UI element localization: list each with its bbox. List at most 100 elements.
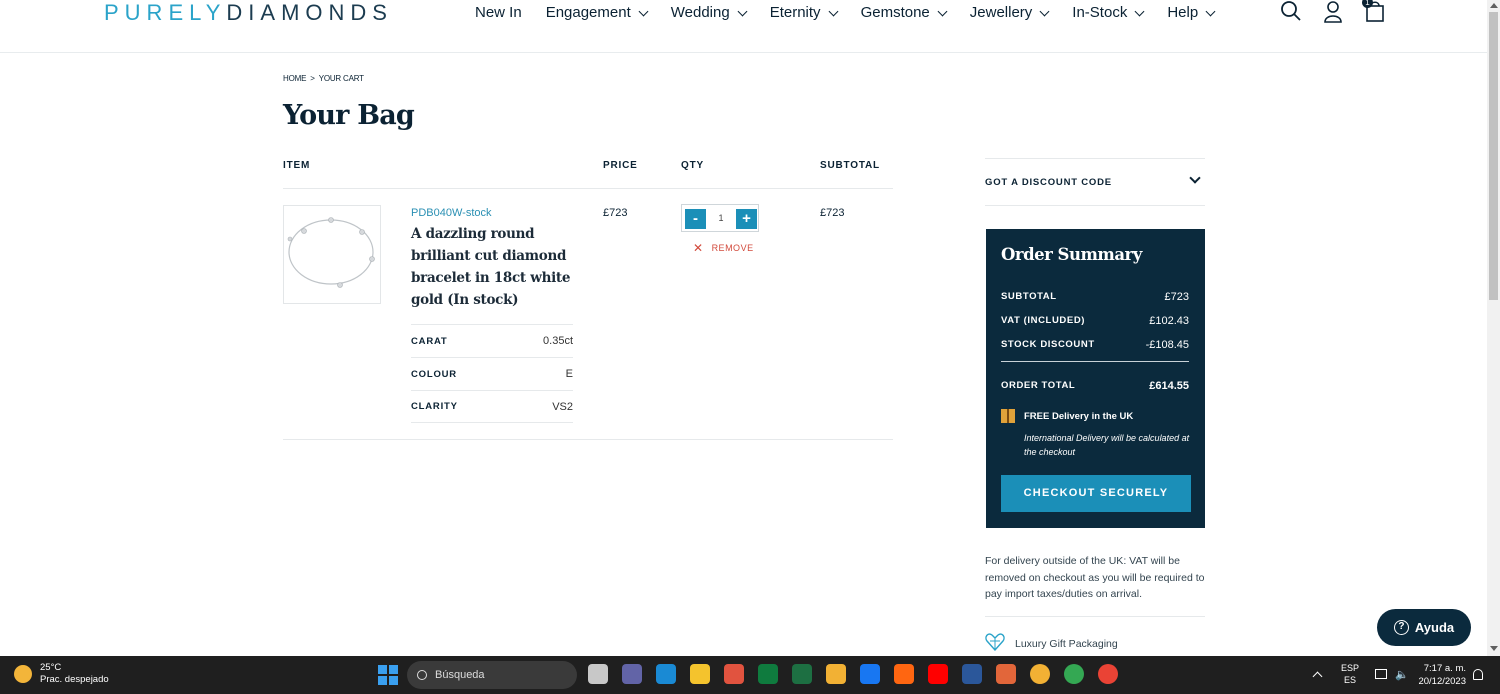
remove-item-button[interactable]: ✕ REMOVE	[693, 241, 754, 255]
scroll-down-arrow-icon[interactable]	[1490, 646, 1498, 651]
quantity-value[interactable]: 1	[712, 213, 730, 223]
chevron-down-icon	[937, 6, 948, 17]
spec-label: COLOUR	[411, 368, 457, 380]
weather-widget[interactable]: 25°C Prac. despejado	[14, 662, 109, 686]
summary-row-discount: STOCK DISCOUNT -£108.45	[1001, 339, 1189, 351]
chevron-down-icon	[1189, 172, 1201, 184]
lang-bottom: ES	[1344, 675, 1357, 685]
taskbar-app-icon[interactable]	[1064, 664, 1084, 684]
breadcrumb-home[interactable]: HOME	[283, 74, 306, 83]
nav-label: New In	[475, 4, 522, 21]
taskbar-app-icon[interactable]	[996, 664, 1016, 684]
order-summary: Order Summary SUBTOTAL £723 VAT (INCLUDE…	[986, 229, 1205, 528]
order-total-label: ORDER TOTAL	[1001, 380, 1076, 391]
lang-top: ESP	[1341, 663, 1360, 673]
divider	[283, 188, 893, 189]
taskbar-app-icon[interactable]	[588, 664, 608, 684]
breadcrumb-separator: >	[310, 74, 315, 83]
taskbar-app-icon[interactable]	[826, 664, 846, 684]
remove-label: REMOVE	[711, 243, 754, 253]
spec-label: CARAT	[411, 335, 448, 347]
search-icon[interactable]	[1280, 0, 1302, 24]
decrease-qty-button[interactable]: -	[685, 209, 706, 229]
weather-text: 25°C Prac. despejado	[40, 662, 109, 686]
nav-label: In-Stock	[1072, 4, 1128, 21]
page-scrollbar[interactable]	[1487, 0, 1500, 656]
taskbar-app-icon[interactable]	[622, 664, 642, 684]
windows-start-icon[interactable]	[378, 665, 398, 685]
taskbar-app-icon[interactable]	[860, 664, 880, 684]
discount-label: GOT A DISCOUNT CODE	[985, 177, 1112, 188]
discount-code-toggle[interactable]: GOT A DISCOUNT CODE	[985, 158, 1205, 206]
taskbar-app-icon[interactable]	[1098, 664, 1118, 684]
gift-packaging: Luxury Gift Packaging	[985, 633, 1118, 654]
nav-label: Eternity	[769, 4, 821, 21]
notification-bell-icon[interactable]	[1473, 669, 1483, 680]
chevron-down-icon	[737, 6, 748, 17]
network-icon[interactable]	[1375, 669, 1388, 679]
help-chat-button[interactable]: ? Ayuda	[1377, 609, 1471, 646]
increase-qty-button[interactable]: +	[736, 209, 757, 229]
nav-new-in[interactable]: New In	[475, 4, 522, 22]
taskbar-app-icon[interactable]	[962, 664, 982, 684]
scrollbar-thumb[interactable]	[1489, 12, 1498, 300]
breadcrumb-current: YOUR CART	[318, 74, 364, 83]
nav-wedding[interactable]: Wedding	[671, 4, 748, 22]
summary-label: VAT (INCLUDED)	[1001, 315, 1086, 326]
taskbar-app-icon[interactable]	[758, 664, 778, 684]
account-icon[interactable]	[1322, 0, 1344, 24]
taskbar-app-icon[interactable]	[1030, 664, 1050, 684]
nav-eternity[interactable]: Eternity	[769, 4, 839, 22]
scroll-up-arrow-icon[interactable]	[1490, 3, 1498, 8]
nav-label: Help	[1167, 4, 1199, 21]
chevron-down-icon	[1134, 6, 1145, 17]
international-delivery-note: International Delivery will be calculate…	[1024, 433, 1190, 457]
nav-jewellery[interactable]: Jewellery	[970, 4, 1050, 22]
page-title: Your Bag	[283, 100, 415, 131]
chevron-up-icon[interactable]	[1312, 671, 1323, 681]
main-nav: New In Engagement Wedding Eternity Gemst…	[475, 4, 1238, 22]
logo-purely: PURELY	[104, 0, 227, 25]
taskbar-search-placeholder: Búsqueda	[435, 669, 485, 681]
nav-label: Gemstone	[860, 4, 930, 21]
nav-help[interactable]: Help	[1167, 4, 1216, 22]
shopping-bag-icon[interactable]: 1	[1362, 0, 1386, 24]
clock[interactable]: 7:17 a. m. 20/12/2023	[1410, 662, 1466, 688]
logo[interactable]: PURELYDIAMONDS	[104, 0, 393, 26]
taskbar-app-icon[interactable]	[656, 664, 676, 684]
product-image[interactable]	[283, 205, 381, 304]
help-label: Ayuda	[1414, 620, 1455, 635]
windows-taskbar: 25°C Prac. despejado Búsqueda ESP ES 🔈 7…	[0, 656, 1500, 694]
checkout-button[interactable]: CHECKOUT SECURELY	[1001, 475, 1191, 512]
weather-condition: Prac. despejado	[40, 674, 109, 685]
spec-label: CLARITY	[411, 401, 458, 412]
summary-row-total: ORDER TOTAL £614.55	[1001, 380, 1189, 392]
nav-in-stock[interactable]: In-Stock	[1072, 4, 1145, 22]
taskbar-app-icon[interactable]	[928, 664, 948, 684]
system-tray: ESP ES 🔈	[1312, 662, 1409, 686]
divider	[985, 616, 1205, 617]
header-icons: 1	[1280, 0, 1406, 24]
summary-row-vat: VAT (INCLUDED) £102.43	[1001, 315, 1189, 327]
item-price: £723	[603, 207, 628, 219]
taskbar-app-icon[interactable]	[724, 664, 744, 684]
taskbar-app-icon[interactable]	[690, 664, 710, 684]
nav-engagement[interactable]: Engagement	[545, 4, 649, 22]
chevron-down-icon	[828, 6, 839, 17]
vat-note: For delivery outside of the UK: VAT will…	[985, 555, 1205, 600]
spec-value: VS2	[552, 400, 573, 413]
taskbar-app-icon[interactable]	[792, 664, 812, 684]
product-name[interactable]: A dazzling round brilliant cut diamond b…	[411, 223, 571, 311]
taskbar-app-icon[interactable]	[894, 664, 914, 684]
product-sku[interactable]: PDB040W-stock	[411, 207, 492, 219]
gift-packaging-label: Luxury Gift Packaging	[1015, 637, 1118, 650]
nav-label: Engagement	[545, 4, 631, 21]
nav-gemstone[interactable]: Gemstone	[860, 4, 948, 22]
date: 20/12/2023	[1418, 676, 1466, 687]
language-indicator[interactable]: ESP ES	[1341, 662, 1359, 686]
taskbar-search[interactable]: Búsqueda	[407, 661, 577, 689]
volume-icon[interactable]: 🔈	[1395, 668, 1409, 681]
search-icon	[417, 670, 427, 680]
summary-divider	[1001, 361, 1189, 362]
spec-row-clarity: CLARITY VS2	[411, 390, 573, 423]
